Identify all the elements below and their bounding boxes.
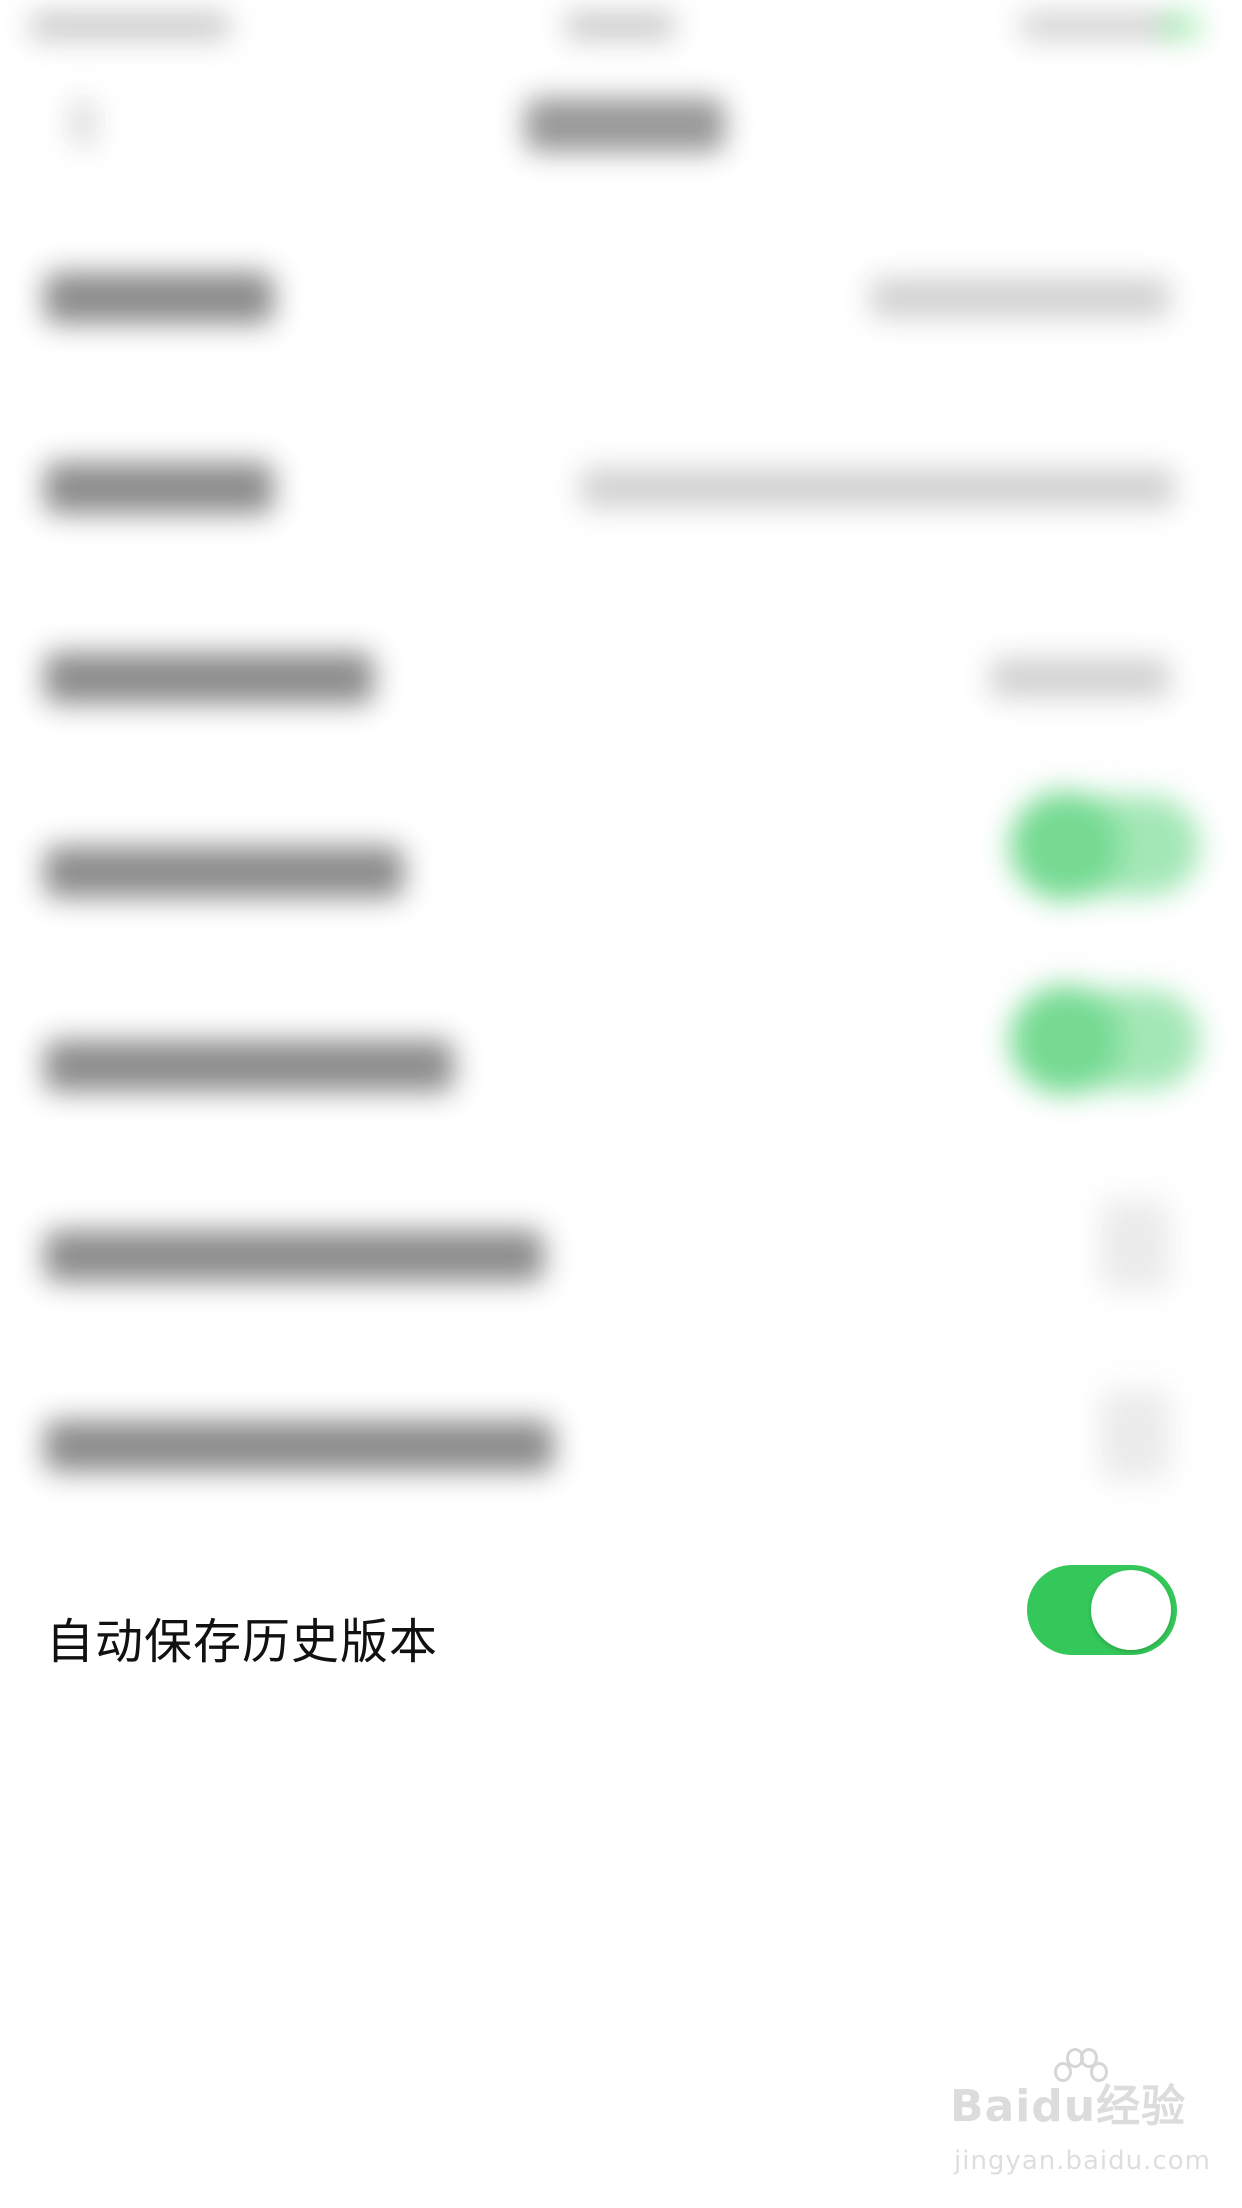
status-bar-carrier [30,12,230,40]
blurred-row-value [870,278,1170,318]
page-title [525,98,725,152]
status-bar [0,0,1242,60]
blurred-row-label [44,1230,544,1282]
battery-icon [1160,12,1200,40]
blurred-row-value [580,468,1175,508]
blurred-row-label [44,1040,454,1092]
setting-row-auto-save-history[interactable]: 自动保存历史版本 [0,1540,1242,1740]
status-bar-indicators [1020,12,1170,40]
blurred-row-value [990,658,1170,698]
blurred-toggle-off[interactable] [1100,1390,1170,1480]
blurred-toggle-knob [1010,985,1120,1095]
row-divider [44,582,1242,584]
toggle-knob [1091,1570,1171,1650]
row-divider [44,772,1242,774]
blurred-toggle-off[interactable] [1100,1200,1170,1290]
blurred-row-label [44,462,274,514]
blurred-row-label [44,1420,554,1472]
status-bar-time [565,12,675,40]
back-arrow-icon[interactable] [70,100,96,146]
row-divider [44,390,1242,392]
blurred-row-label [44,272,274,324]
row-divider [44,1352,1242,1354]
setting-row-label: 自动保存历史版本 [46,1614,439,1670]
baidu-jingyan-watermark: Baidu经验 jingyan.baidu.com [950,2048,1210,2180]
auto-save-history-toggle[interactable] [1027,1565,1177,1655]
row-divider [44,1530,1242,1532]
blurred-row-label [44,652,374,704]
watermark-url: jingyan.baidu.com [954,2146,1211,2176]
row-divider [44,966,1242,968]
blurred-toggle-knob [1010,791,1120,901]
row-divider [44,1160,1242,1162]
watermark-logo: Baidu经验 [950,2081,1187,2132]
blurred-row-label [44,846,404,898]
blurred-background [0,0,1242,2208]
